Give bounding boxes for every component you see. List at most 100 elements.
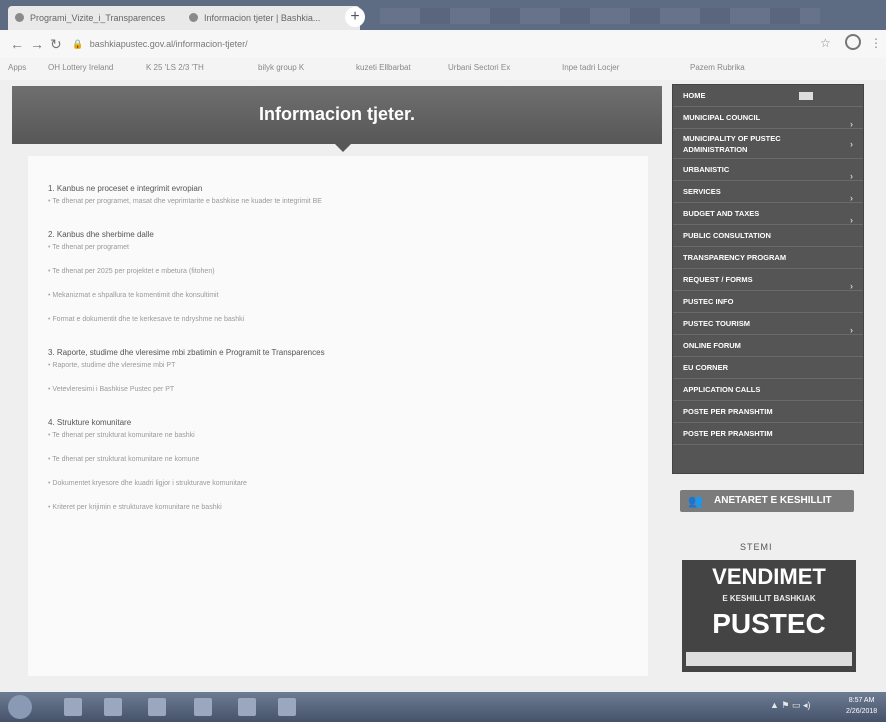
ie-icon[interactable] xyxy=(64,698,82,716)
list-item[interactable]: Te dhenat per strukturat komunitare ne b… xyxy=(48,432,194,439)
header-pointer xyxy=(335,144,351,152)
bookmark-item[interactable]: OH Lottery Ireland xyxy=(48,63,113,72)
list-item[interactable]: Te dhenat per strukturat komunitare ne k… xyxy=(48,456,199,463)
lock-icon: 🔒 xyxy=(72,39,84,49)
bookmarks-bar: Apps OH Lottery Ireland K 25 'LS 2/3 'TH… xyxy=(0,58,886,81)
url-field[interactable]: 🔒 bashkiapustec.gov.al/informacion-tjete… xyxy=(72,36,772,52)
list-item[interactable]: Te dhenat per programet, masat dhe vepri… xyxy=(48,198,322,205)
banner-line: E KESHILLIT BASHKIAK xyxy=(722,594,816,603)
system-clock[interactable]: 8:57 AM 2/26/2018 xyxy=(846,695,877,717)
banner-line: PUSTEC xyxy=(712,608,826,639)
menu-item-label: URBANISTIC xyxy=(683,165,730,174)
media-icon[interactable] xyxy=(148,698,166,716)
menu-item-home[interactable]: HOME xyxy=(673,85,863,107)
list-item[interactable]: Format e dokumentit dhe te kerkesave te … xyxy=(48,316,244,323)
banner-tag: STEMI xyxy=(740,542,773,552)
section-title: 4. Strukture komunitare xyxy=(48,418,132,427)
clock-time: 8:57 AM xyxy=(848,697,875,704)
menu-item-label: POSTE PER PRANSHTIM xyxy=(683,429,773,438)
list-item[interactable]: Te dhenat per 2025 per projektet e mbetu… xyxy=(48,268,214,275)
bookmark-item[interactable]: bilyk group K xyxy=(258,63,304,72)
menu-item-label: MUNICIPAL COUNCIL xyxy=(683,113,761,122)
menu-item-urbanistic[interactable]: URBANISTIC › xyxy=(673,159,863,181)
tab-label: Programi_Vizite_i_Transparences xyxy=(30,13,166,23)
menu-item-label: TRANSPARENCY PROGRAM xyxy=(683,253,787,262)
profile-icon[interactable] xyxy=(845,34,861,50)
menu-item-label: REQUEST / FORMS xyxy=(683,275,753,284)
page-header: Informacion tjeter. xyxy=(12,86,662,144)
list-item[interactable]: Te dhenat per programet xyxy=(48,244,129,251)
system-tray-icons[interactable]: ▲ ⚑ ▭ ◂) xyxy=(770,700,811,711)
menu-item-label: POSTE PER PRANSHTIM xyxy=(683,407,773,416)
menu-item-poste-2[interactable]: POSTE PER PRANSHTIM xyxy=(673,423,863,445)
menu-item-online-forum[interactable]: ONLINE FORUM xyxy=(673,335,863,357)
menu-item-poste-1[interactable]: POSTE PER PRANSHTIM xyxy=(673,401,863,423)
menu-item-tourism[interactable]: PUSTEC TOURISM › xyxy=(673,313,863,335)
menu-item-request-forms[interactable]: REQUEST / FORMS › xyxy=(673,269,863,291)
browser-tab-2[interactable]: Informacion tjeter | Bashkia... ✕ xyxy=(182,6,360,30)
menu-item-label: APPLICATION CALLS xyxy=(683,385,761,394)
menu-item-label: PUSTEC TOURISM xyxy=(683,319,750,328)
bookmark-item[interactable]: K 25 'LS 2/3 'TH xyxy=(146,63,204,72)
browser-tab-1[interactable]: Programi_Vizite_i_Transparences ✕ xyxy=(8,6,200,30)
list-item[interactable]: Vetevleresimi i Bashkise Pustec per PT xyxy=(48,386,174,393)
favicon-icon xyxy=(189,13,198,22)
menu-item-label: ONLINE FORUM xyxy=(683,341,741,350)
list-item[interactable]: Kriteret per krijimin e strukturave komu… xyxy=(48,504,221,511)
bookmark-item[interactable]: Apps xyxy=(8,63,26,72)
section-title: 1. Kanbus ne proceset e integrimit evrop… xyxy=(48,184,203,193)
start-button[interactable] xyxy=(8,695,32,719)
chevron-right-icon: › xyxy=(850,138,853,149)
clock-date: 2/26/2018 xyxy=(846,708,878,715)
main-content: 1. Kanbus ne proceset e integrimit evrop… xyxy=(28,156,648,676)
tab-label: Informacion tjeter | Bashkia... xyxy=(204,13,321,23)
menu-item-label: EU CORNER xyxy=(683,363,729,372)
section-title: 2. Kanbus dhe sherbime dalle xyxy=(48,230,154,239)
menu-item-label: PUBLIC CONSULTATION xyxy=(683,231,771,240)
window-background xyxy=(380,8,820,24)
council-decisions-banner[interactable]: VENDIMET E KESHILLIT BASHKIAK PUSTEC xyxy=(682,560,856,672)
reload-icon[interactable]: ↻ xyxy=(50,36,62,53)
favicon-icon xyxy=(15,13,24,22)
menu-item-application-calls[interactable]: APPLICATION CALLS xyxy=(673,379,863,401)
forward-icon[interactable]: → xyxy=(30,36,44,52)
folder-icon[interactable] xyxy=(194,698,212,716)
council-members-button[interactable]: 👥 ANETARET E KESHILLIT xyxy=(680,490,854,512)
menu-kebab-icon[interactable]: ⋮ xyxy=(870,36,882,50)
web-page: Informacion tjeter. 1. Kanbus ne procese… xyxy=(0,80,886,692)
menu-item-transparency[interactable]: TRANSPARENCY PROGRAM xyxy=(673,247,863,269)
menu-item-label: PUSTEC INFO xyxy=(683,297,734,306)
menu-item-public-consultation[interactable]: PUBLIC CONSULTATION xyxy=(673,225,863,247)
home-icon xyxy=(799,92,813,100)
page-title: Informacion tjeter. xyxy=(258,104,416,124)
menu-item-label: BUDGET AND TAXES xyxy=(683,209,760,218)
explorer-icon[interactable] xyxy=(104,698,122,716)
menu-item-label: SERVICES xyxy=(683,187,721,196)
word-icon[interactable] xyxy=(278,698,296,716)
list-item[interactable]: Mekanizmat e shpallura te komentimit dhe… xyxy=(48,292,218,299)
back-icon[interactable]: ← xyxy=(10,36,24,52)
section-title: 3. Raporte, studime dhe vleresime mbi zb… xyxy=(48,348,325,357)
bookmark-item[interactable]: kuzeti Ellbarbat xyxy=(356,63,411,72)
menu-item-services[interactable]: SERVICES › xyxy=(673,181,863,203)
chrome-icon[interactable] xyxy=(238,698,256,716)
url-text: bashkiapustec.gov.al/informacion-tjeter/ xyxy=(89,39,248,49)
menu-item-eu-corner[interactable]: EU CORNER xyxy=(673,357,863,379)
list-item[interactable]: Raporte, studime dhe vleresime mbi PT xyxy=(48,362,175,369)
menu-item-label: HOME xyxy=(683,91,706,100)
browser-tab-bar: Programi_Vizite_i_Transparences ✕ Inform… xyxy=(0,0,886,30)
bookmark-item[interactable]: Pazem Rubrika xyxy=(690,63,745,72)
address-bar: ← → ↻ 🔒 bashkiapustec.gov.al/informacion… xyxy=(0,30,886,58)
bookmark-item[interactable]: Inpe tadri Locjer xyxy=(562,63,619,72)
banner-line: VENDIMET xyxy=(712,564,826,589)
list-item[interactable]: Dokumentet kryesore dhe kuadri ligjor i … xyxy=(48,480,247,487)
people-icon: 👥 xyxy=(688,494,703,508)
bookmark-item[interactable]: Urbani Sectori Ex xyxy=(448,63,510,72)
menu-item-municipal-council[interactable]: MUNICIPAL COUNCIL › xyxy=(673,107,863,129)
new-tab-button[interactable]: + xyxy=(345,7,365,27)
menu-item-administration[interactable]: MUNICIPALITY OF PUSTEC ADMINISTRATION › xyxy=(673,129,863,159)
bookmark-star-icon[interactable]: ☆ xyxy=(820,36,831,50)
menu-item-pustec-info[interactable]: PUSTEC INFO xyxy=(673,291,863,313)
os-taskbar: ▲ ⚑ ▭ ◂) 8:57 AM 2/26/2018 xyxy=(0,692,886,722)
menu-item-budget[interactable]: BUDGET AND TAXES › xyxy=(673,203,863,225)
